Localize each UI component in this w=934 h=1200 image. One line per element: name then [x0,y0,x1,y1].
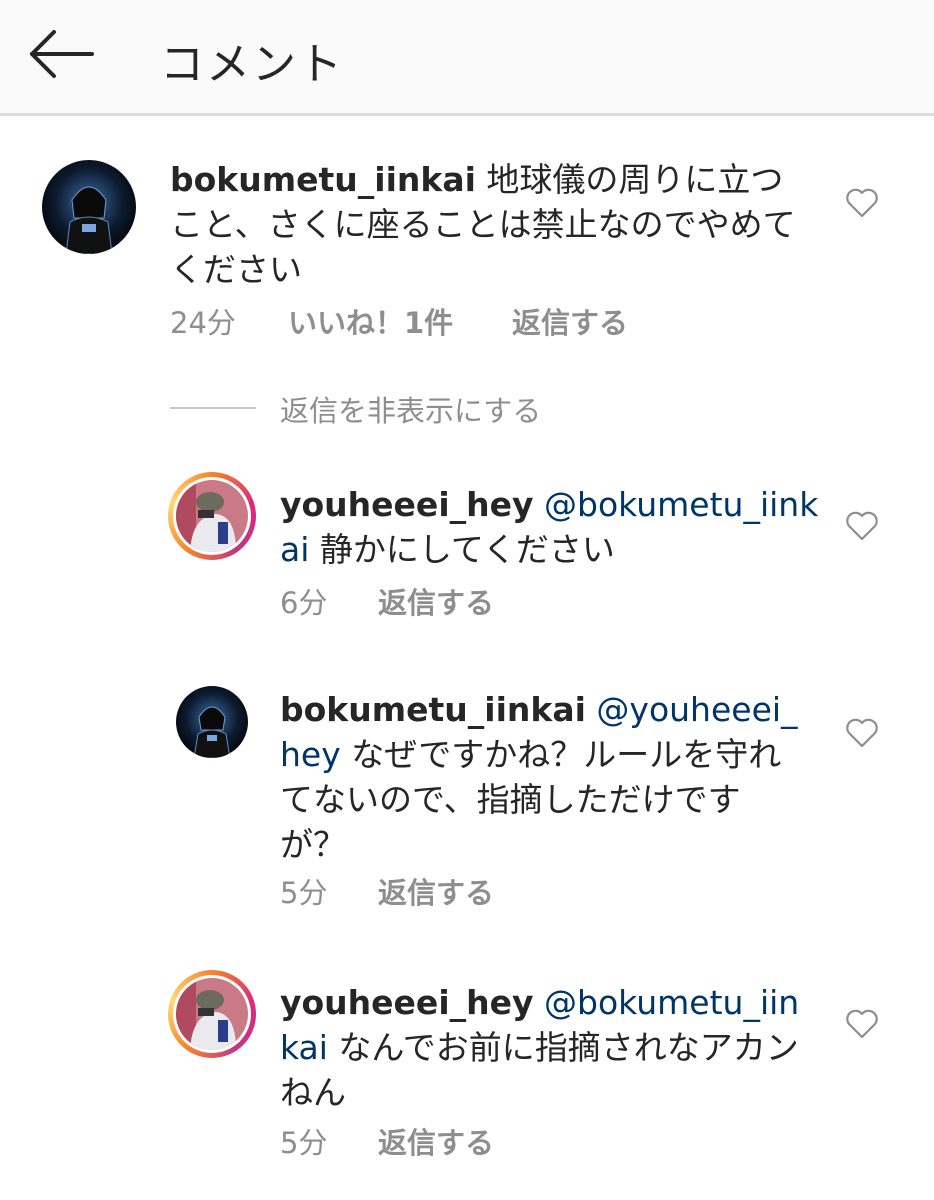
reply-meta: 5分 返信する [280,870,580,910]
like-heart-icon[interactable] [845,718,879,748]
avatar-bokumetu-iinkai[interactable] [42,160,136,254]
back-arrow-icon[interactable] [28,28,98,80]
reply-username[interactable]: bokumetu_iinkai [280,690,586,729]
reply-time: 5分 [280,1126,328,1160]
reply-username[interactable]: youheeei_hey [280,485,534,524]
page-title: コメント [160,39,344,90]
avatar-bokumetu-iinkai[interactable] [176,686,248,758]
divider-line [170,407,256,409]
comment-text: bokumetu_iinkai 地球儀の周りに立つこと、さくに座ることは禁止なの… [170,157,810,292]
avatar-youheeei-hey[interactable] [176,978,248,1050]
reply-button[interactable]: 返信する [378,580,494,622]
reply-meta: 5分 返信する [280,1120,580,1160]
like-heart-icon[interactable] [845,1009,879,1039]
avatar-youheeei-hey[interactable] [176,480,248,552]
reply-body: なぜですかね？ルールを守れてないので、指摘しただけですが？ [280,735,782,864]
reply-time: 5分 [280,876,328,910]
reply-time: 6分 [280,586,328,620]
comment-time: 24分 [170,306,236,340]
comment-username[interactable]: bokumetu_iinkai [170,160,476,199]
reply-body: なんでお前に指摘されなアカンねん [280,1028,799,1112]
reply-body: 静かにしてください [319,530,615,569]
reply-button[interactable]: 返信する [378,870,494,912]
hide-replies-label[interactable]: 返信を非表示にする [280,388,541,430]
reply-text: youheeei_hey @bokumetu_iinkai 静かにしてください [280,482,820,572]
reply-text: youheeei_hey @bokumetu_iinkai なんでお前に指摘され… [280,980,800,1115]
like-heart-icon[interactable] [845,511,879,541]
reply-text: bokumetu_iinkai @youheeei_hey なぜですかね？ルール… [280,687,800,867]
like-heart-icon[interactable] [845,188,879,218]
likes-count[interactable]: いいね！1件 [288,300,453,342]
header-bar: コメント [0,0,934,116]
reply-button[interactable]: 返信する [378,1120,494,1162]
reply-meta: 6分 返信する [280,580,580,620]
reply-button[interactable]: 返信する [512,300,628,342]
reply-username[interactable]: youheeei_hey [280,983,534,1022]
comment-meta: 24分 いいね！1件 返信する [170,300,690,340]
